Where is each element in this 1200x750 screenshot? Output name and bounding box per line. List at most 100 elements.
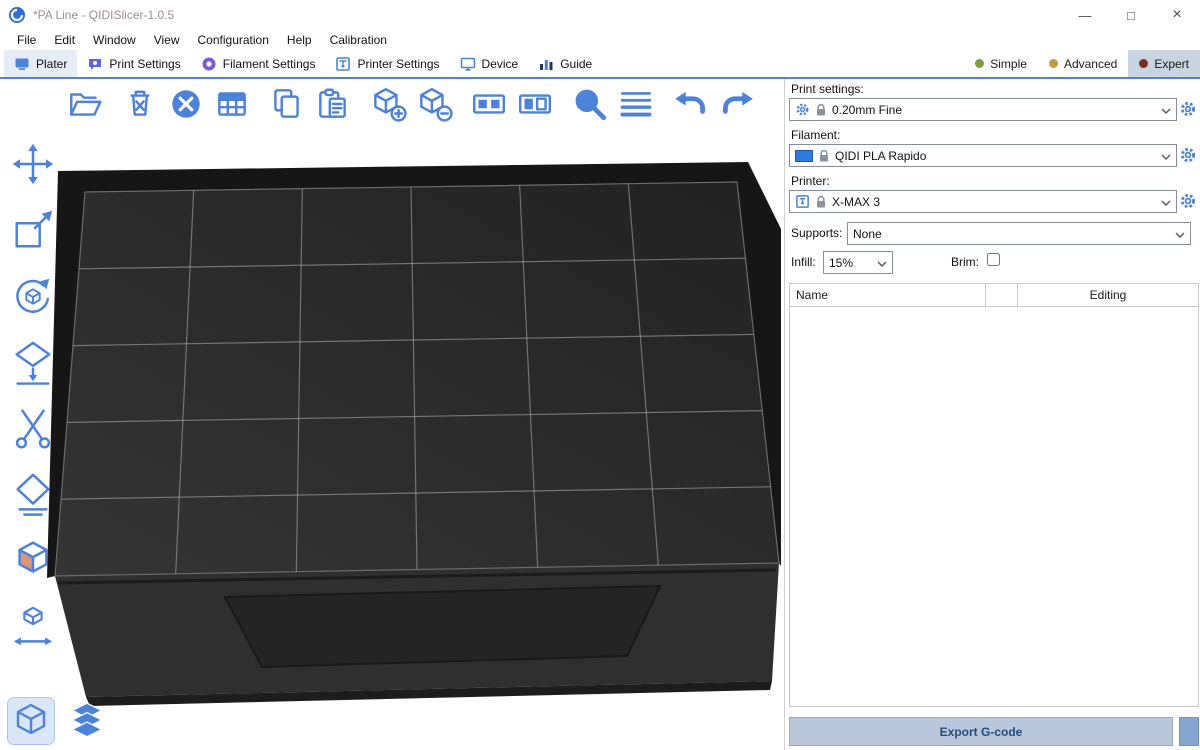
editor-cube-icon xyxy=(11,701,51,741)
search-icon xyxy=(571,85,609,123)
filament-gear-button[interactable] xyxy=(1179,146,1197,164)
supports-value: None xyxy=(853,227,882,241)
delete-all-button[interactable] xyxy=(165,83,207,125)
delete-icon xyxy=(121,85,159,123)
infill-value: 15% xyxy=(829,256,853,270)
brim-checkbox[interactable] xyxy=(987,253,1000,266)
mode-label: Advanced xyxy=(1064,57,1117,71)
menu-view[interactable]: View xyxy=(145,30,189,50)
filament-combo[interactable]: QIDI PLA Rapido xyxy=(789,144,1177,167)
split-parts-icon xyxy=(516,85,554,123)
advanced-mode-dot xyxy=(1049,59,1058,68)
preview-view-button[interactable] xyxy=(64,698,110,744)
plater-icon xyxy=(14,56,30,72)
move-tool-button[interactable] xyxy=(6,137,60,191)
gear-icon xyxy=(1179,146,1197,164)
menu-file[interactable]: File xyxy=(8,30,45,50)
object-list[interactable]: Name Editing xyxy=(789,283,1199,707)
maximize-button[interactable]: □ xyxy=(1108,0,1154,30)
main-area: Print settings: 0.20mm Fine xyxy=(0,79,1200,750)
filament-color-swatch xyxy=(795,150,813,162)
tab-filament-settings[interactable]: Filament Settings xyxy=(191,50,326,77)
close-button[interactable]: × xyxy=(1154,0,1200,30)
minimize-button[interactable]: — xyxy=(1062,0,1108,30)
export-options-button[interactable] xyxy=(1179,717,1199,746)
search-button[interactable] xyxy=(569,83,611,125)
split-parts-button[interactable] xyxy=(514,83,556,125)
seam-icon xyxy=(10,471,56,517)
remove-instance-button[interactable] xyxy=(413,83,455,125)
print-settings-value: 0.20mm Fine xyxy=(832,103,902,117)
mode-advanced[interactable]: Advanced xyxy=(1038,50,1128,77)
copy-button[interactable] xyxy=(266,83,308,125)
gear-icon xyxy=(1179,192,1197,210)
lock-icon xyxy=(815,103,827,117)
tab-plater[interactable]: Plater xyxy=(4,50,77,77)
undo-button[interactable] xyxy=(670,83,712,125)
place-on-face-icon xyxy=(10,339,56,385)
tab-guide[interactable]: Guide xyxy=(528,50,602,77)
arrange-button[interactable] xyxy=(211,83,253,125)
tab-device[interactable]: Device xyxy=(450,50,529,77)
menu-edit[interactable]: Edit xyxy=(45,30,84,50)
variable-layer-height-button[interactable] xyxy=(615,83,657,125)
tab-label: Printer Settings xyxy=(357,57,439,71)
rotate-tool-button[interactable] xyxy=(6,269,60,323)
seam-tool-button[interactable] xyxy=(6,467,60,521)
measure-icon xyxy=(10,603,56,649)
title-bar: *PA Line - QIDISlicer-1.0.5 — □ × xyxy=(0,0,1200,30)
open-folder-icon xyxy=(66,85,104,123)
printer-combo[interactable]: X-MAX 3 xyxy=(789,190,1177,213)
place-on-face-tool-button[interactable] xyxy=(6,335,60,389)
printer-gear-button[interactable] xyxy=(1179,192,1197,210)
filament-settings-icon xyxy=(201,56,217,72)
paste-button[interactable] xyxy=(312,83,354,125)
editor-view-button[interactable] xyxy=(8,698,54,744)
remove-instance-icon xyxy=(415,85,453,123)
move-icon xyxy=(10,141,56,187)
column-editing: Editing xyxy=(1018,284,1198,306)
menu-window[interactable]: Window xyxy=(84,30,145,50)
infill-combo[interactable]: 15% xyxy=(823,251,893,274)
menu-calibration[interactable]: Calibration xyxy=(321,30,396,50)
split-objects-button[interactable] xyxy=(468,83,510,125)
3d-viewport[interactable] xyxy=(0,79,783,750)
gizmo-toolbar xyxy=(6,137,60,653)
supports-combo[interactable]: None xyxy=(847,222,1191,245)
menu-configuration[interactable]: Configuration xyxy=(189,30,278,50)
paste-icon xyxy=(314,85,352,123)
export-gcode-button[interactable]: Export G-code xyxy=(789,717,1173,746)
app-logo-icon xyxy=(8,6,26,24)
split-objects-icon xyxy=(470,85,508,123)
print-settings-combo[interactable]: 0.20mm Fine xyxy=(789,98,1177,121)
mode-expert[interactable]: Expert xyxy=(1128,50,1200,77)
view-toggles xyxy=(8,698,110,744)
cut-tool-button[interactable] xyxy=(6,401,60,455)
scale-tool-button[interactable] xyxy=(6,203,60,257)
tab-printer-settings[interactable]: Printer Settings xyxy=(325,50,449,77)
mode-simple[interactable]: Simple xyxy=(964,50,1038,77)
supports-label: Supports: xyxy=(791,226,842,240)
preview-layers-icon xyxy=(66,700,108,742)
redo-button[interactable] xyxy=(716,83,758,125)
measure-tool-button[interactable] xyxy=(6,599,60,653)
paint-tool-button[interactable] xyxy=(6,533,60,587)
column-spacer xyxy=(986,284,1018,306)
delete-button[interactable] xyxy=(119,83,161,125)
print-settings-gear-button[interactable] xyxy=(1179,100,1197,118)
rotate-icon xyxy=(10,273,56,319)
settings-sidebar: Print settings: 0.20mm Fine xyxy=(784,79,1200,750)
mode-switcher: Simple Advanced Expert xyxy=(964,50,1200,77)
gear-icon xyxy=(1179,100,1197,118)
menu-help[interactable]: Help xyxy=(278,30,321,50)
delete-all-icon xyxy=(167,85,205,123)
open-button[interactable] xyxy=(64,83,106,125)
mode-label: Expert xyxy=(1154,57,1189,71)
printer-settings-icon xyxy=(335,56,351,72)
copy-icon xyxy=(268,85,306,123)
filament-label: Filament: xyxy=(791,128,840,142)
variable-layer-height-icon xyxy=(617,85,655,123)
tab-print-settings[interactable]: Print Settings xyxy=(77,50,190,77)
add-instance-button[interactable] xyxy=(367,83,409,125)
simple-mode-dot xyxy=(975,59,984,68)
